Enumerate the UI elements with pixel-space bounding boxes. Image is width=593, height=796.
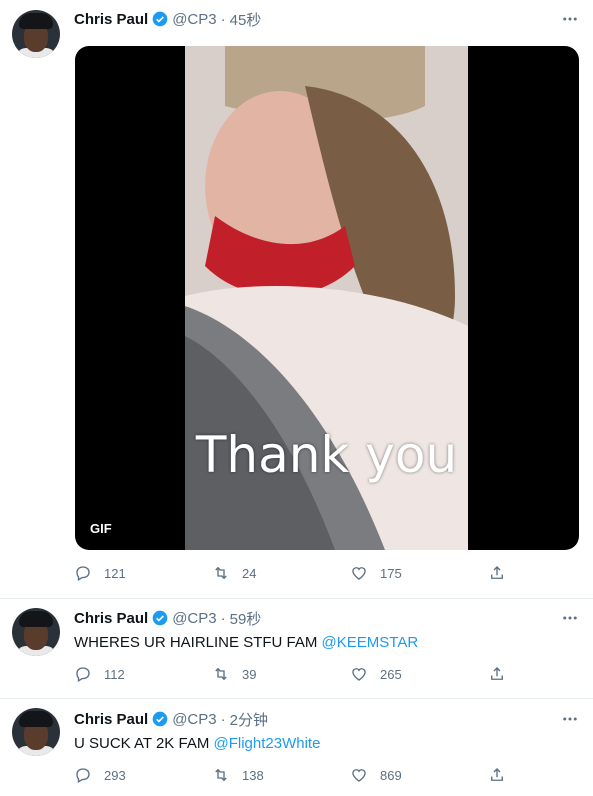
separator-dot: ·: [220, 710, 226, 728]
tweet-text: U SUCK AT 2K FAM @Flight23White: [74, 735, 320, 752]
retweet-icon: [215, 768, 227, 782]
reply-count: 293: [104, 767, 126, 783]
tweet-body: WHERES UR HAIRLINE STFU FAM: [74, 634, 322, 651]
share-icon: [491, 667, 503, 680]
verified-badge-icon: [152, 610, 168, 626]
retweet-button[interactable]: 138: [212, 766, 350, 784]
like-icon: [352, 668, 366, 681]
author-handle[interactable]: @CP3: [172, 711, 216, 728]
like-count: 175: [380, 565, 402, 581]
tweet-actions: 121 24 175: [74, 563, 518, 583]
author-name[interactable]: Chris Paul: [74, 11, 148, 28]
tweet-header: Chris Paul @CP3 · 2分钟: [74, 709, 268, 729]
share-icon: [491, 768, 503, 781]
more-icon[interactable]: [561, 10, 579, 28]
tweet-text: WHERES UR HAIRLINE STFU FAM @KEEMSTAR: [74, 634, 418, 651]
author-name[interactable]: Chris Paul: [74, 711, 148, 728]
share-button[interactable]: [488, 665, 518, 683]
mention-link[interactable]: @KEEMSTAR: [322, 634, 419, 651]
separator-dot: ·: [220, 10, 226, 28]
like-count: 265: [380, 666, 402, 682]
avatar[interactable]: [12, 10, 60, 58]
reply-icon: [76, 667, 90, 682]
share-button[interactable]: [488, 766, 518, 784]
retweet-count: 138: [242, 767, 264, 783]
tweet-time[interactable]: 2分钟: [230, 709, 268, 730]
author-handle[interactable]: @CP3: [172, 11, 216, 28]
verified-badge-icon: [152, 11, 168, 27]
gif-caption: Thank you: [195, 426, 458, 484]
retweet-button[interactable]: 39: [212, 665, 350, 683]
reply-icon: [76, 566, 90, 581]
tweet-time[interactable]: 59秒: [230, 608, 262, 629]
reply-button[interactable]: 293: [74, 766, 212, 784]
retweet-icon: [215, 566, 227, 580]
gif-badge: GIF: [90, 521, 112, 536]
reply-count: 112: [104, 666, 125, 682]
tweet-actions: 112 39 265: [74, 664, 518, 684]
retweet-button[interactable]: 24: [212, 564, 350, 582]
reply-icon: [76, 768, 90, 783]
author-handle[interactable]: @CP3: [172, 610, 216, 627]
like-icon: [352, 567, 366, 580]
like-button[interactable]: 869: [350, 766, 488, 784]
tweet-3[interactable]: Chris Paul @CP3 · 2分钟 U SUCK AT 2K FAM @…: [0, 698, 593, 796]
reply-button[interactable]: 121: [74, 564, 212, 582]
verified-badge-icon: [152, 711, 168, 727]
gif-frame: Thank you: [185, 46, 468, 550]
gif-media[interactable]: Thank you GIF: [75, 46, 579, 550]
more-icon[interactable]: [561, 710, 579, 728]
author-name[interactable]: Chris Paul: [74, 610, 148, 627]
reply-count: 121: [104, 565, 126, 581]
like-count: 869: [380, 767, 402, 783]
tweet-2[interactable]: Chris Paul @CP3 · 59秒 WHERES UR HAIRLINE…: [0, 598, 593, 699]
mention-link[interactable]: @Flight23White: [213, 735, 320, 752]
tweet-actions: 293 138 869: [74, 765, 518, 785]
avatar[interactable]: [12, 708, 60, 756]
reply-button[interactable]: 112: [74, 665, 212, 683]
like-button[interactable]: 175: [350, 564, 488, 582]
retweet-count: 24: [242, 565, 257, 581]
tweet-1[interactable]: Chris Paul @CP3 · 45秒 Thank you GIF 121 …: [0, 0, 593, 599]
tweet-header: Chris Paul @CP3 · 45秒: [74, 9, 261, 29]
more-icon[interactable]: [561, 609, 579, 627]
tweet-header: Chris Paul @CP3 · 59秒: [74, 608, 261, 628]
retweet-count: 39: [242, 666, 257, 682]
retweet-icon: [215, 667, 227, 681]
tweet-body: U SUCK AT 2K FAM: [74, 735, 214, 752]
separator-dot: ·: [220, 609, 226, 627]
like-button[interactable]: 265: [350, 665, 488, 683]
tweet-time[interactable]: 45秒: [230, 9, 262, 30]
avatar[interactable]: [12, 608, 60, 656]
share-button[interactable]: [488, 564, 518, 582]
like-icon: [352, 769, 366, 782]
share-icon: [491, 566, 503, 579]
